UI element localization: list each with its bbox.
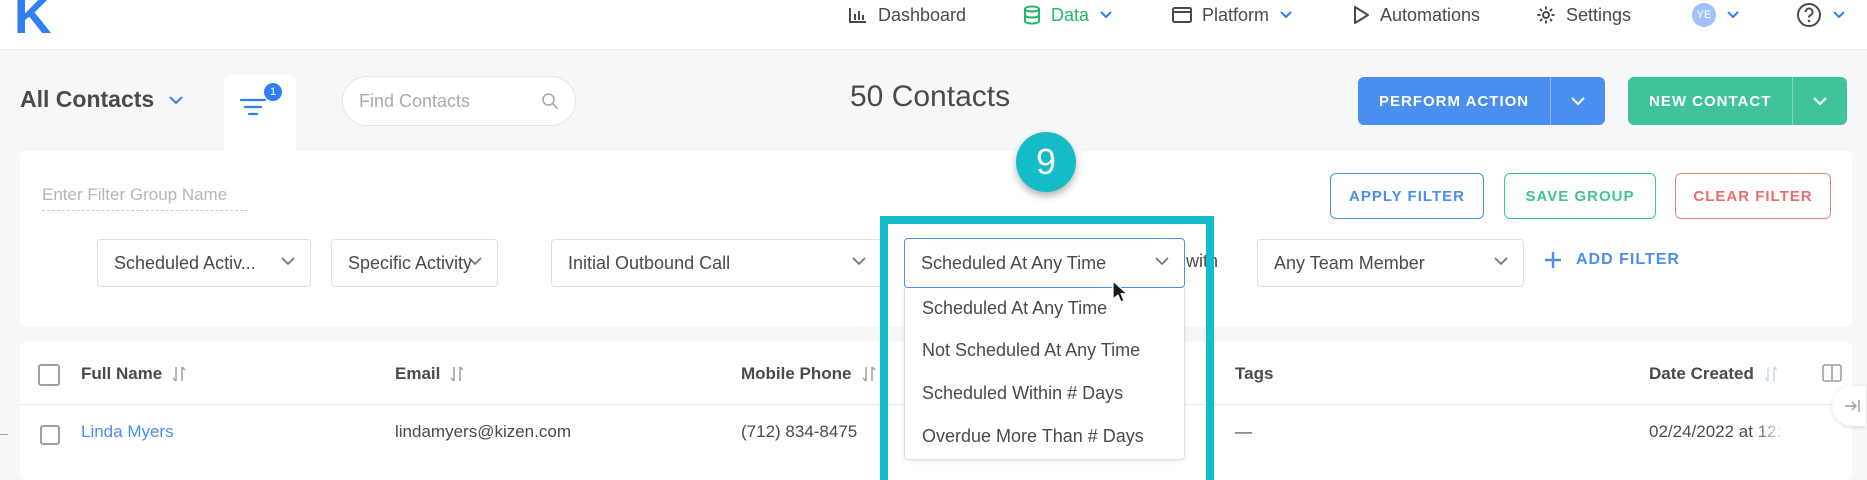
- chevron-down-icon: [1155, 257, 1169, 266]
- chevron-down-icon: [1727, 11, 1739, 19]
- plus-icon: [1545, 252, 1561, 268]
- nav-dashboard[interactable]: Dashboard: [848, 0, 966, 30]
- chevron-down-icon: [1494, 257, 1508, 266]
- tutorial-step-badge: 9: [1016, 132, 1076, 192]
- clear-filter-button[interactable]: CLEAR FILTER: [1675, 173, 1831, 219]
- help-menu[interactable]: [1796, 0, 1846, 30]
- perform-action-button-group: PERFORM ACTION: [1358, 77, 1606, 125]
- column-header-full-name[interactable]: Full Name: [81, 364, 186, 384]
- browser-window-icon: [1172, 7, 1192, 23]
- expand-panel-handle[interactable]: [1832, 386, 1866, 426]
- page-header: All Contacts 1 50 Contacts PERFORM ACTIO…: [0, 50, 1867, 175]
- chevron-down-icon: [169, 95, 183, 104]
- schedule-condition-value: Scheduled At Any Time: [921, 252, 1107, 273]
- sort-icon[interactable]: [172, 365, 186, 383]
- column-header-label: Tags: [1235, 364, 1274, 383]
- nav-automations[interactable]: Automations: [1352, 0, 1480, 30]
- chevron-down-icon: [281, 257, 295, 266]
- activity-type-select[interactable]: Specific Activity: [331, 239, 498, 287]
- nav-automations-label: Automations: [1380, 4, 1481, 25]
- record-count-title: 50 Contacts: [850, 80, 1011, 113]
- help-circle-icon: [1797, 3, 1821, 27]
- apply-filter-button[interactable]: APPLY FILTER: [1330, 173, 1484, 219]
- menu-option-overdue-more-than-days[interactable]: Overdue More Than # Days: [922, 426, 1144, 447]
- avatar: YE: [1692, 3, 1716, 27]
- column-settings-icon[interactable]: [1822, 364, 1842, 382]
- save-group-button[interactable]: SAVE GROUP: [1504, 173, 1656, 219]
- top-navigation: K Dashboard Data Platform Automations Se…: [0, 0, 1867, 50]
- nav-data-label: Data: [1051, 4, 1090, 25]
- nav-settings-label: Settings: [1566, 4, 1632, 25]
- add-filter-button[interactable]: ADD FILTER: [1544, 251, 1680, 269]
- filter-field-select[interactable]: Scheduled Activ...: [97, 239, 311, 287]
- filter-group-name-input[interactable]: Enter Filter Group Name: [42, 185, 248, 211]
- perform-action-dropdown-toggle[interactable]: [1550, 77, 1605, 125]
- nav-dashboard-label: Dashboard: [878, 4, 967, 25]
- nav-platform[interactable]: Platform: [1172, 0, 1293, 30]
- search-input[interactable]: [359, 89, 539, 113]
- chevron-down-icon: [1571, 97, 1585, 106]
- nav-settings[interactable]: Settings: [1536, 0, 1631, 30]
- sort-icon[interactable]: [861, 365, 876, 383]
- schedule-condition-select[interactable]: Scheduled At Any Time: [904, 238, 1185, 288]
- filter-field-value: Scheduled Activ...: [114, 252, 256, 273]
- expand-arrow-icon: [1845, 400, 1860, 412]
- gear-icon: [1537, 6, 1555, 24]
- filter-count-badge: 1: [264, 83, 282, 101]
- nav-data[interactable]: Data: [1023, 0, 1113, 30]
- view-selector[interactable]: All Contacts: [20, 86, 184, 113]
- new-contact-dropdown-toggle[interactable]: [1792, 77, 1847, 125]
- contact-email: lindamyers@kizen.com: [395, 422, 571, 441]
- column-header-mobile-phone[interactable]: Mobile Phone: [741, 364, 876, 384]
- perform-action-button[interactable]: PERFORM ACTION: [1358, 77, 1550, 125]
- kizen-logo[interactable]: K: [14, 0, 52, 42]
- column-header-label: Date Created: [1649, 364, 1754, 383]
- database-icon: [1024, 5, 1040, 25]
- new-contact-button-group: NEW CONTACT: [1628, 77, 1848, 125]
- column-header-label: Full Name: [81, 364, 163, 383]
- row-checkbox[interactable]: [40, 425, 60, 445]
- search-icon[interactable]: [541, 92, 559, 110]
- column-header-email[interactable]: Email: [395, 364, 464, 384]
- play-icon: [1354, 6, 1369, 24]
- activity-select[interactable]: Initial Outbound Call: [551, 239, 882, 287]
- new-contact-button[interactable]: NEW CONTACT: [1628, 77, 1792, 125]
- team-member-value: Any Team Member: [1274, 252, 1425, 273]
- nav-platform-label: Platform: [1202, 4, 1270, 25]
- contact-date-created: 02/24/2022 at 12:: [1649, 422, 1782, 441]
- bar-chart-icon: [849, 8, 866, 23]
- menu-option-not-scheduled[interactable]: Not Scheduled At Any Time: [922, 340, 1140, 361]
- select-all-checkbox[interactable]: [38, 364, 60, 386]
- schedule-condition-menu: Scheduled At Any Time Not Scheduled At A…: [904, 288, 1185, 460]
- chevron-down-icon: [468, 257, 482, 266]
- chevron-down-icon: [1813, 97, 1828, 106]
- contact-tags: —: [1235, 422, 1252, 441]
- column-header-tags[interactable]: Tags: [1235, 364, 1273, 384]
- contact-phone: (712) 834-8475: [741, 422, 858, 441]
- activity-type-value: Specific Activity: [348, 252, 473, 273]
- column-header-label: Email: [395, 364, 441, 383]
- contact-name-link[interactable]: Linda Myers: [81, 422, 174, 442]
- chevron-down-icon: [1280, 11, 1292, 19]
- mouse-cursor-icon: [1112, 280, 1128, 303]
- page-title: All Contacts: [20, 86, 155, 112]
- user-menu[interactable]: YE: [1692, 0, 1740, 30]
- column-header-label: Mobile Phone: [741, 364, 852, 383]
- chevron-down-icon: [1100, 11, 1112, 19]
- chevron-down-icon: [852, 257, 866, 266]
- add-filter-label: ADD FILTER: [1576, 251, 1680, 268]
- search-box: [342, 76, 576, 126]
- team-member-select[interactable]: Any Team Member: [1257, 239, 1524, 287]
- chevron-down-icon: [1833, 11, 1845, 19]
- menu-option-scheduled-any-time[interactable]: Scheduled At Any Time: [922, 298, 1107, 319]
- menu-option-scheduled-within-days[interactable]: Scheduled Within # Days: [922, 383, 1123, 404]
- column-header-date-created[interactable]: Date Created: [1649, 364, 1778, 384]
- sort-icon[interactable]: [450, 365, 464, 383]
- scroll-edge-marker: [0, 434, 8, 435]
- activity-value: Initial Outbound Call: [568, 252, 731, 273]
- sort-icon[interactable]: [1764, 365, 1778, 383]
- filter-lines-icon: [240, 98, 266, 116]
